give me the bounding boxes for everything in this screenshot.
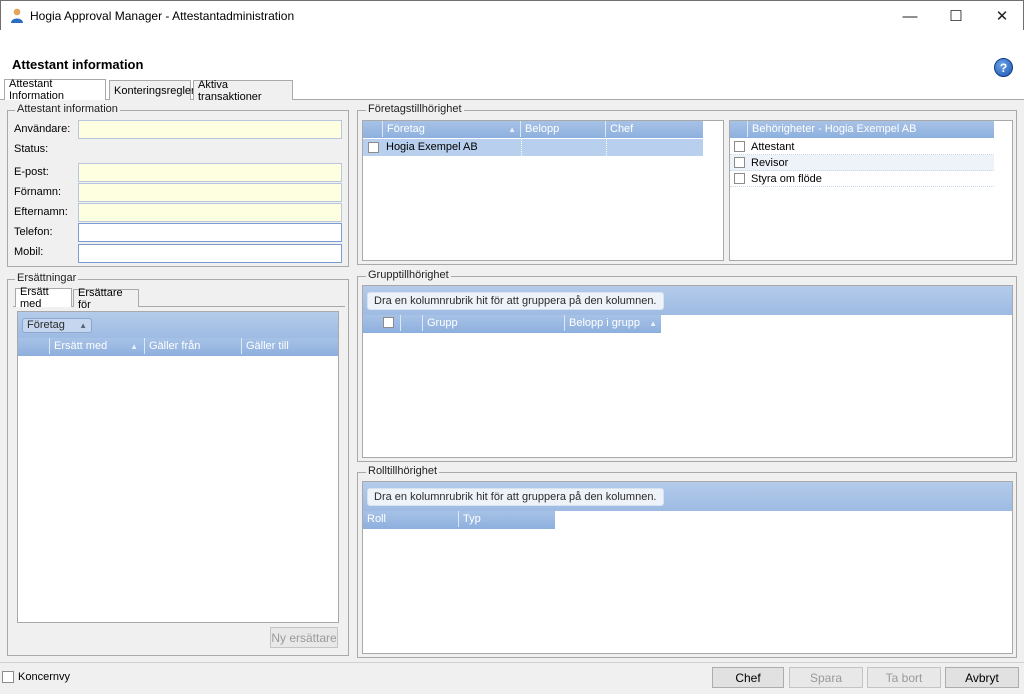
help-icon[interactable]: ? — [994, 58, 1013, 77]
email-label: E-post: — [14, 166, 49, 178]
firstname-input[interactable] — [79, 184, 341, 201]
email-input[interactable] — [79, 164, 341, 181]
koncernvy-checkbox[interactable] — [2, 671, 14, 683]
user-label: Användare: — [14, 123, 71, 135]
cell-divider — [606, 139, 607, 156]
main-tabstrip: Attestant Information Konteringsregler A… — [0, 78, 1024, 103]
header-galler-fran[interactable]: Gäller från — [145, 338, 242, 354]
header-check-cell — [363, 121, 383, 137]
permission-checkbox[interactable] — [734, 173, 745, 184]
permission-label: Styra om flöde — [751, 173, 822, 185]
window-title: Hogia Approval Manager - Attestantadmini… — [30, 9, 295, 23]
close-button[interactable]: ✕ — [979, 1, 1024, 31]
header-typ[interactable]: Typ — [459, 511, 555, 527]
grupp-header-row: Grupp Belopp i grupp ▲ — [363, 315, 661, 333]
header-belopp[interactable]: Belopp — [521, 121, 606, 137]
header-check-cell — [363, 315, 401, 331]
permission-row[interactable]: Styra om flöde — [730, 171, 994, 187]
row-company: Hogia Exempel AB — [386, 141, 478, 153]
group-by-hint: Dra en kolumnrubrik hit för att gruppera… — [367, 488, 664, 506]
header-area — [0, 30, 1024, 80]
sort-asc-icon: ▲ — [508, 124, 516, 134]
sort-asc-icon: ▲ — [130, 341, 138, 351]
delete-button[interactable]: Ta bort — [867, 667, 941, 688]
mobile-field[interactable] — [78, 244, 342, 263]
koncernvy-label: Koncernvy — [18, 671, 70, 683]
status-label: Status: — [14, 143, 49, 155]
sort-asc-icon: ▲ — [79, 321, 87, 330]
maximize-button[interactable]: ☐ — [933, 1, 979, 31]
permissions-panel: Behörigheter - Hogia Exempel AB Attestan… — [729, 120, 1013, 261]
roll-group-title: Rolltillhörighet — [366, 465, 440, 477]
row-checkbox[interactable] — [368, 142, 379, 153]
mobile-label: Mobil: — [14, 246, 44, 258]
header-ersatt-med-label: Ersätt med — [54, 340, 108, 352]
attestant-group-title: Attestant information — [15, 103, 120, 115]
lastname-input[interactable] — [79, 204, 341, 221]
header-foretag[interactable]: Företag ▲ — [383, 121, 521, 137]
firstname-field[interactable] — [78, 183, 342, 202]
window-titlebar: Hogia Approval Manager - Attestantadmini… — [0, 0, 1024, 30]
permission-row[interactable]: Revisor — [730, 155, 994, 171]
tab-ersattare-for[interactable]: Ersättare för — [73, 287, 139, 311]
header-belopp-i-grupp-label: Belopp i grupp — [569, 317, 640, 329]
ersattningar-grid: Företag ▲ Ersätt med ▲ Gäller från Gälle… — [17, 311, 339, 623]
header-spacer-cell — [401, 315, 423, 331]
lastname-field[interactable] — [78, 203, 342, 222]
cell-divider — [521, 139, 522, 156]
tab-ersatt-med[interactable]: Ersätt med — [15, 286, 72, 310]
permission-label: Attestant — [751, 141, 795, 153]
new-substitute-button[interactable]: Ny ersättare — [270, 627, 338, 648]
user-input[interactable] — [79, 121, 341, 138]
page-title: Attestant information — [12, 57, 144, 72]
phone-label: Telefon: — [14, 226, 53, 238]
header-roll[interactable]: Roll — [363, 511, 459, 527]
header-galler-till[interactable]: Gäller till — [242, 338, 338, 354]
cancel-button[interactable]: Avbryt — [945, 667, 1019, 688]
chef-button[interactable]: Chef — [712, 667, 784, 688]
tab-attestant-information[interactable]: Attestant Information — [4, 78, 106, 102]
header-grupp[interactable]: Grupp — [423, 315, 565, 331]
foretag-grid: Företag ▲ Belopp Chef Hogia Exempel AB — [362, 120, 724, 261]
select-all-checkbox[interactable] — [383, 317, 394, 328]
foretag-header-row: Företag ▲ Belopp Chef — [363, 121, 703, 138]
email-field[interactable] — [78, 163, 342, 182]
header-chef[interactable]: Chef — [606, 121, 703, 137]
header-indent-cell — [18, 338, 50, 354]
header-foretag-label: Företag — [387, 123, 425, 135]
permission-row[interactable]: Attestant — [730, 139, 994, 155]
header-ersatt-med[interactable]: Ersätt med ▲ — [50, 338, 145, 354]
grupp-group-title: Grupptillhörighet — [366, 269, 451, 281]
firstname-label: Förnamn: — [14, 186, 62, 198]
table-row[interactable]: Hogia Exempel AB — [363, 139, 703, 156]
permission-label: Revisor — [751, 157, 789, 169]
header-check-cell — [730, 121, 748, 137]
mobile-input[interactable] — [79, 245, 341, 262]
tab-konteringsregler[interactable]: Konteringsregler — [109, 80, 195, 100]
grupp-grid: Dra en kolumnrubrik hit för att gruppera… — [362, 285, 1013, 458]
group-chip-label: Företag — [27, 319, 65, 331]
foretag-group-title: Företagstillhörighet — [366, 103, 464, 115]
minimize-button[interactable]: — — [887, 1, 933, 31]
phone-field[interactable] — [78, 223, 342, 242]
lastname-label: Efternamn: — [14, 206, 68, 218]
sort-asc-icon: ▲ — [649, 318, 657, 328]
group-by-hint: Dra en kolumnrubrik hit för att gruppera… — [367, 292, 664, 310]
roll-grid: Dra en kolumnrubrik hit för att gruppera… — [362, 481, 1013, 654]
roll-header-row: Roll Typ — [363, 511, 555, 529]
user-app-icon — [11, 8, 23, 23]
ersattningar-group-title: Ersättningar — [15, 272, 79, 284]
phone-input[interactable] — [79, 224, 341, 241]
permission-checkbox[interactable] — [734, 141, 745, 152]
permissions-header-label: Behörigheter - Hogia Exempel AB — [752, 123, 917, 135]
ersattningar-header-row: Ersätt med ▲ Gäller från Gäller till — [18, 338, 338, 356]
tab-aktiva-transaktioner[interactable]: Aktiva transaktioner — [193, 79, 293, 103]
permissions-header: Behörigheter - Hogia Exempel AB — [730, 121, 994, 138]
save-button[interactable]: Spara — [789, 667, 863, 688]
permission-checkbox[interactable] — [734, 157, 745, 168]
header-belopp-i-grupp[interactable]: Belopp i grupp ▲ — [565, 315, 661, 331]
user-field[interactable] — [78, 120, 342, 139]
group-chip-foretag[interactable]: Företag ▲ — [22, 318, 92, 333]
